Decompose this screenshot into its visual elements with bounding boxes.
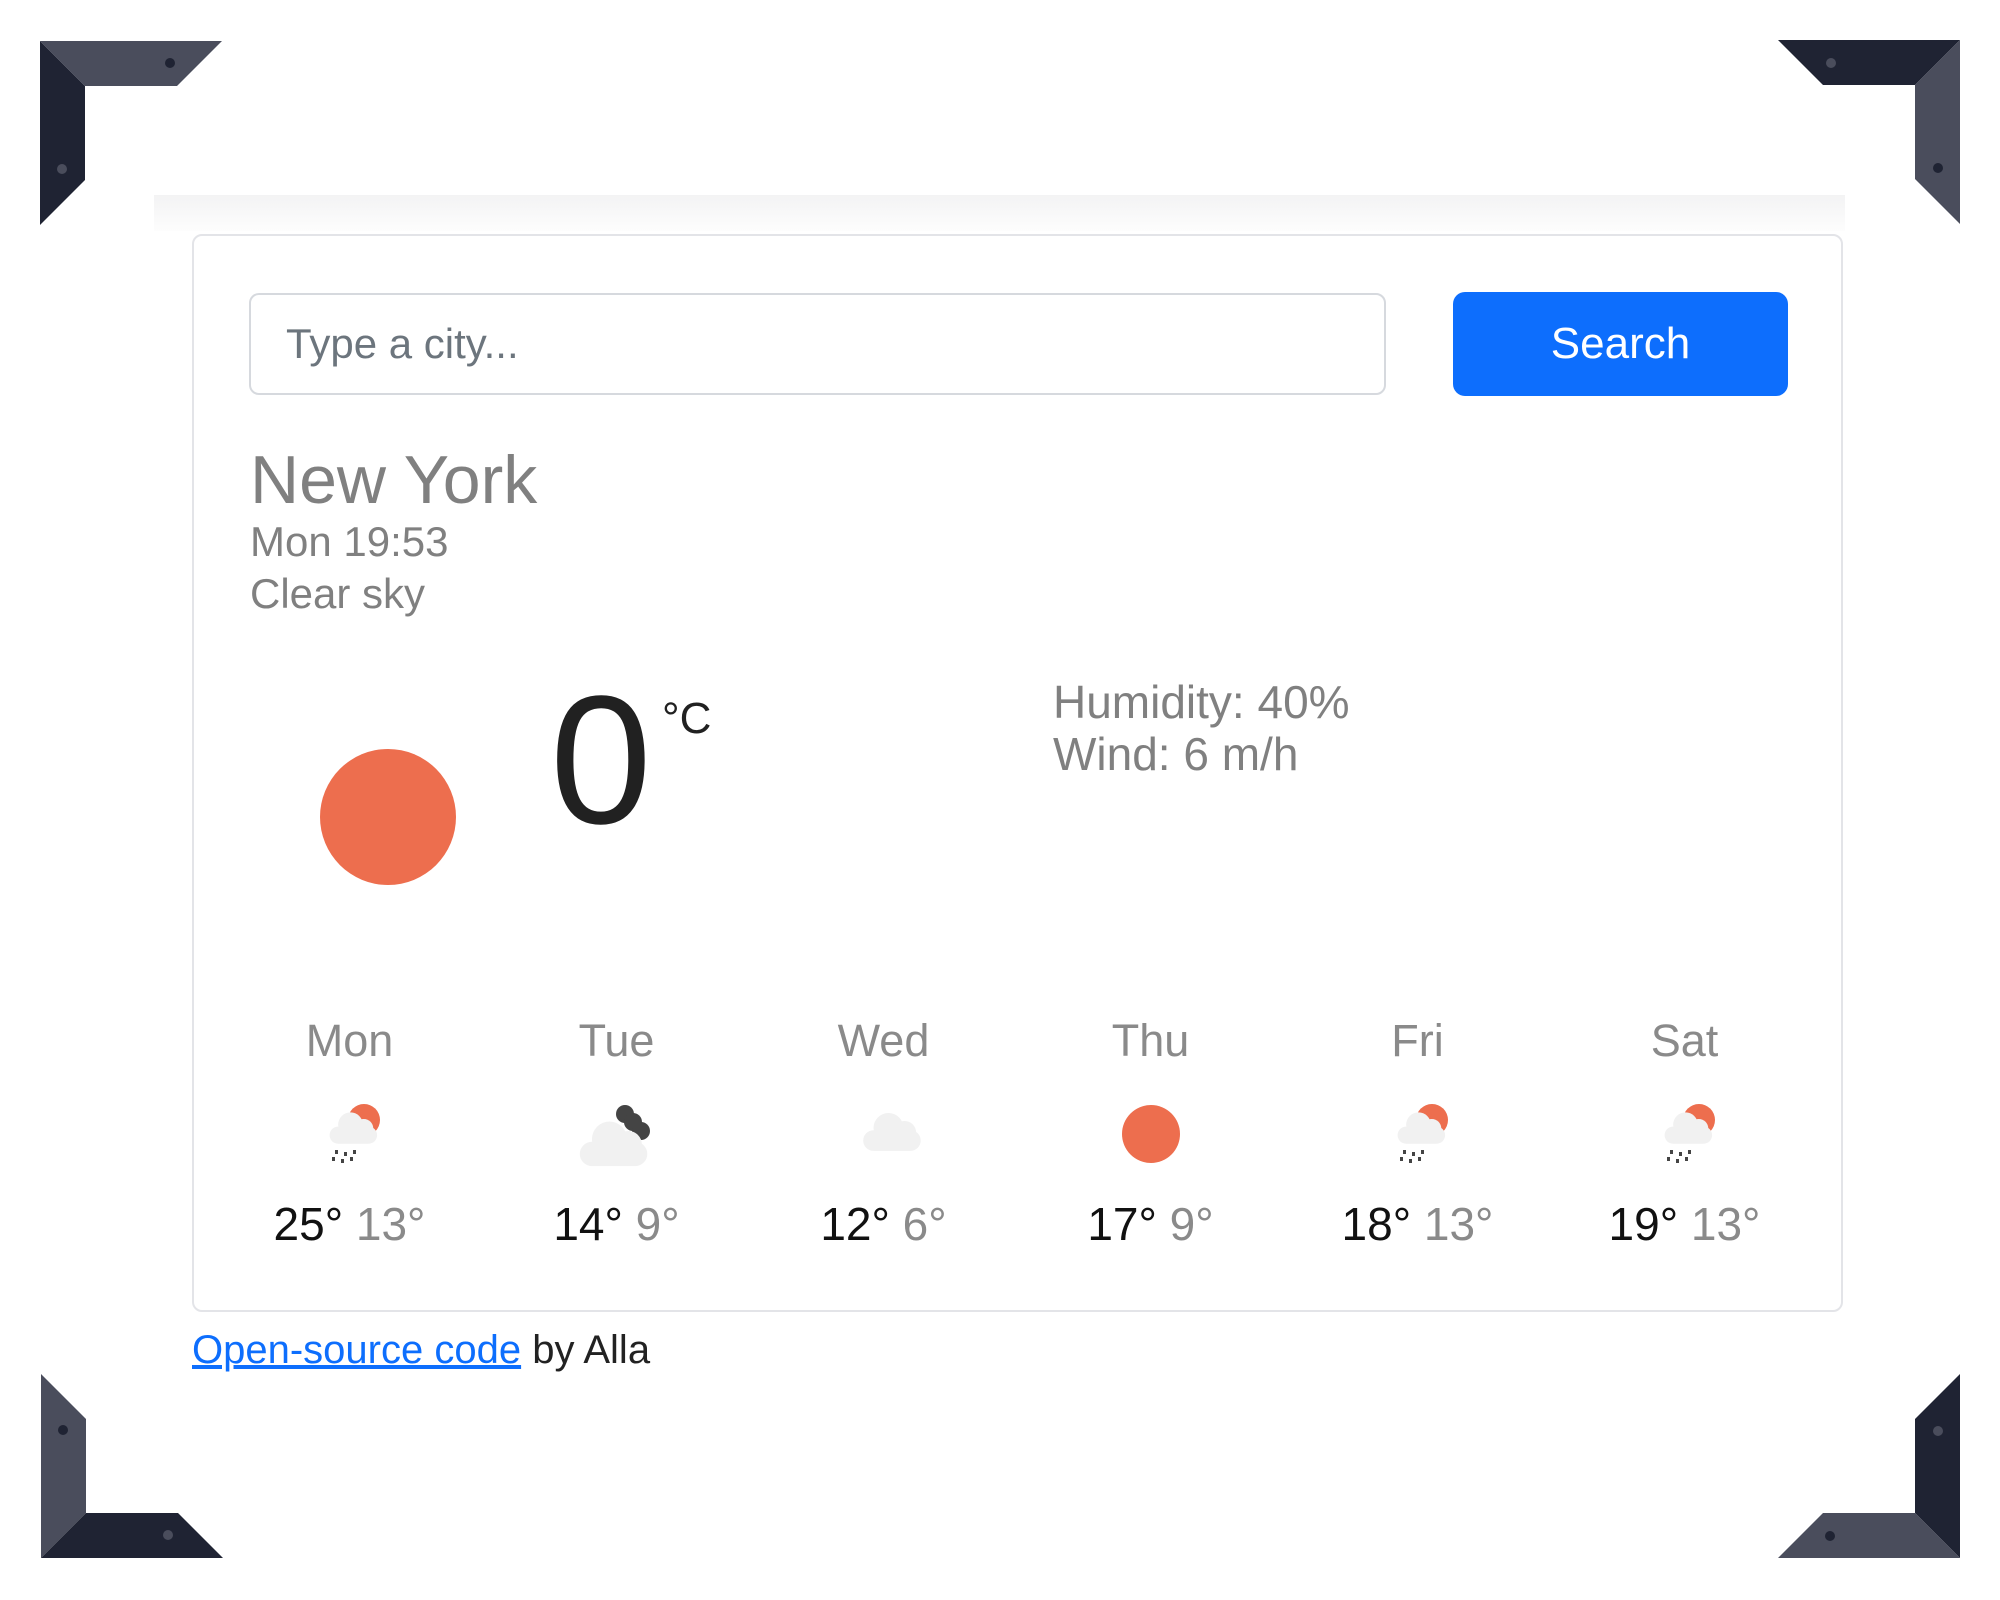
- city-search-input[interactable]: [249, 293, 1386, 395]
- header-strip: [154, 195, 1845, 231]
- city-name: New York: [250, 442, 538, 518]
- forecast-day-name: Fri: [1391, 1015, 1444, 1066]
- corner-ornament-bottom-right: [1778, 1374, 1960, 1558]
- forecast-day-name: Tue: [578, 1015, 655, 1066]
- forecast-min-temp: 9°: [635, 1198, 680, 1250]
- forecast-min-temp: 13°: [1423, 1198, 1494, 1250]
- footer-author: by Alla: [521, 1328, 651, 1372]
- forecast-max-temp: 14°: [553, 1198, 623, 1250]
- forecast-day: Fri 18° 13°: [1284, 1010, 1551, 1252]
- rain-sun-icon: [1664, 1104, 1715, 1163]
- forecast-day: Thu 17° 9°: [1017, 1010, 1284, 1252]
- forecast-min-temp: 13°: [1690, 1198, 1761, 1250]
- forecast-day-name: Thu: [1111, 1015, 1190, 1066]
- forecast: Mon 25° 13° Tue 14° 9° Wed 12° 6° Thu 17…: [216, 1010, 1821, 1270]
- humidity: Humidity: 40%: [1053, 676, 1350, 728]
- forecast-day-name: Wed: [837, 1015, 930, 1066]
- rain-sun-icon: [329, 1104, 380, 1163]
- corner-ornament-bottom-left: [41, 1374, 223, 1558]
- forecast-min-temp: 6°: [902, 1198, 947, 1250]
- sun-icon: [1121, 1105, 1180, 1163]
- weather-details: Humidity: 40% Wind: 6 m/h: [1053, 676, 1350, 780]
- forecast-day: Mon 25° 13°: [216, 1010, 483, 1252]
- cloud-icon: [862, 1112, 921, 1151]
- search-button[interactable]: Search: [1453, 292, 1788, 396]
- cloud-dark-icon: [579, 1105, 650, 1167]
- forecast-day-name: Mon: [305, 1015, 394, 1066]
- forecast-max-temp: 12°: [820, 1198, 890, 1250]
- forecast-min-temp: 9°: [1169, 1198, 1214, 1250]
- current-temperature: 0: [550, 657, 652, 862]
- weather-description: Clear sky: [250, 570, 426, 617]
- forecast-min-temp: 13°: [355, 1198, 426, 1250]
- forecast-day: Sat 19° 13°: [1551, 1010, 1818, 1252]
- temperature-unit: °C: [662, 694, 712, 743]
- forecast-day: Tue 14° 9°: [483, 1010, 750, 1252]
- forecast-max-temp: 19°: [1608, 1198, 1679, 1250]
- current-datetime: Mon 19:53: [250, 518, 449, 565]
- forecast-max-temp: 25°: [273, 1198, 344, 1250]
- forecast-max-temp: 18°: [1341, 1198, 1412, 1250]
- rain-sun-icon: [1397, 1104, 1448, 1163]
- forecast-day: Wed 12° 6°: [750, 1010, 1017, 1252]
- open-source-link[interactable]: Open-source code: [192, 1328, 521, 1372]
- wind: Wind: 6 m/h: [1053, 728, 1299, 780]
- footer: Open-source code by Alla: [192, 1325, 650, 1375]
- sun-icon: [320, 749, 456, 885]
- forecast-max-temp: 17°: [1087, 1198, 1157, 1250]
- forecast-day-name: Sat: [1650, 1015, 1719, 1066]
